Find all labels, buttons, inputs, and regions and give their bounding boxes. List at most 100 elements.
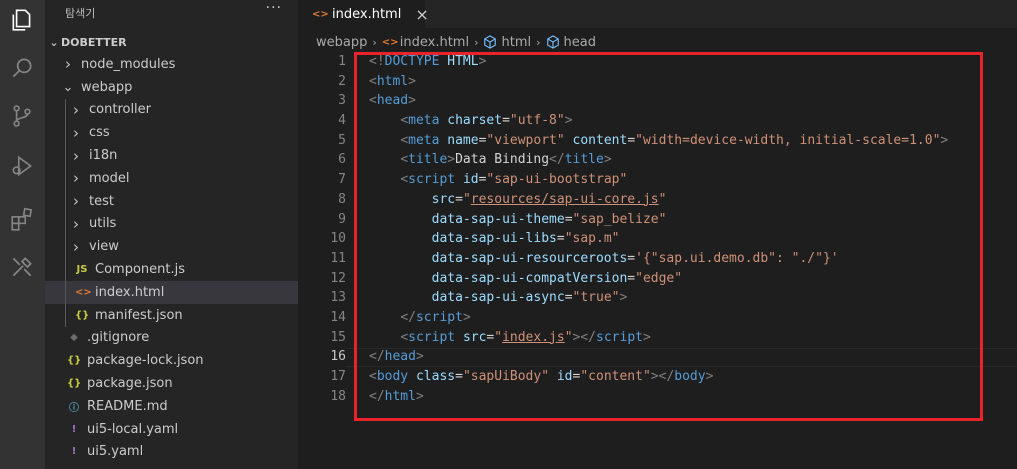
html-file-icon: <>: [381, 36, 399, 48]
yaml-file-icon: !: [71, 423, 77, 435]
tree-item-label: index.html: [95, 284, 165, 300]
yaml-file-icon: !: [71, 446, 77, 458]
tree-item-label: webapp: [81, 79, 133, 95]
line-number: 12: [330, 270, 346, 286]
tree-item-label: i18n: [89, 148, 118, 164]
tree-item-label: README.md: [87, 398, 168, 414]
line-number-gutter: 1 2 3 4 5 6 7 8 9 10 11 12 13 14 15 16 17 18: [298, 52, 346, 406]
folder-item[interactable]: › view: [45, 235, 298, 259]
json-file-icon: {}: [67, 355, 82, 367]
folder-item[interactable]: › i18n: [45, 144, 298, 167]
indent-guide: [65, 212, 66, 236]
file-item[interactable]: {} package-lock.json: [45, 349, 298, 372]
chevron-right-icon: ›: [474, 35, 479, 49]
indent-guide: [65, 121, 66, 145]
file-item[interactable]: ⓘ README.md: [45, 395, 298, 418]
activity-bar: [0, 0, 45, 469]
breadcrumb-item-html[interactable]: html: [483, 35, 531, 50]
chevron-right-icon: ›: [65, 55, 71, 74]
file-item[interactable]: JS Component.js: [45, 258, 298, 281]
folder-item[interactable]: › controller: [45, 98, 298, 122]
line-number: 3: [338, 93, 346, 109]
line-number: 5: [338, 132, 346, 148]
indent-guide: [65, 189, 66, 213]
close-icon[interactable]: ×: [415, 5, 428, 24]
indent-guide: [65, 235, 66, 259]
breadcrumb-file-label: index.html: [399, 34, 470, 50]
tree-item-label: node_modules: [81, 56, 176, 72]
folder-item[interactable]: ⌄ webapp: [45, 76, 298, 99]
line-number: 17: [330, 369, 346, 384]
file-item[interactable]: ! ui5.yaml: [45, 441, 298, 464]
breadcrumb-item-head[interactable]: head: [546, 35, 596, 50]
indent-guide: [65, 166, 66, 190]
folder-item[interactable]: › node_modules: [45, 53, 298, 76]
run-debug-icon[interactable]: [6, 150, 38, 182]
tree-item-label: ui5.yaml: [87, 444, 144, 460]
tree-item-label: .gitignore: [87, 330, 150, 346]
element-cube-icon: [546, 35, 559, 49]
folder-item[interactable]: › test: [45, 189, 298, 213]
line-number: 6: [338, 152, 346, 168]
extensions-icon[interactable]: [6, 203, 38, 235]
file-item[interactable]: {} package.json: [45, 372, 298, 395]
chevron-right-icon: ›: [73, 192, 79, 211]
indent-guide: [65, 98, 66, 122]
red-highlight-box: [354, 52, 983, 421]
element-cube-icon: [484, 35, 497, 49]
tab-bar: <> index.html ×: [298, 0, 1017, 28]
line-number: 11: [330, 250, 346, 266]
chevron-down-icon: ⌄: [49, 35, 59, 49]
code-editor[interactable]: 1 2 3 4 5 6 7 8 9 10 11 12 13 14 15 16 17 18 <!DOCTYPE HT…: [298, 52, 1017, 469]
explorer-title: 탐색기: [65, 7, 96, 20]
folder-item[interactable]: › model: [45, 166, 298, 190]
chevron-right-icon: ›: [536, 35, 541, 49]
chevron-right-icon: ›: [372, 35, 377, 49]
tree-item-label: ui5-local.yaml: [87, 421, 179, 437]
chevron-right-icon: ›: [73, 100, 79, 119]
html-file-icon: <>: [75, 286, 92, 298]
breadcrumb-head-label: head: [563, 34, 596, 50]
json-file-icon: {}: [75, 309, 90, 321]
tree-item-label: view: [89, 239, 119, 255]
tree-item-label: utils: [89, 216, 117, 232]
breadcrumb-html-label: html: [501, 34, 532, 50]
tools-icon[interactable]: [6, 251, 38, 283]
git-file-icon: ◆: [70, 332, 78, 344]
file-item[interactable]: ◆ .gitignore: [45, 327, 298, 350]
file-item[interactable]: ! ui5-local.yaml: [45, 418, 298, 441]
breadcrumb-item-webapp[interactable]: webapp: [316, 35, 367, 50]
more-actions-icon[interactable]: ···: [266, 0, 282, 16]
breadcrumb-item-file[interactable]: <> index.html: [382, 35, 469, 50]
tree-item-label: Component.js: [95, 262, 185, 278]
explorer-panel: 탐색기 ··· ⌄ DOBETTER › node_modules ⌄ webapp ›…: [45, 0, 298, 469]
line-number: 10: [330, 231, 346, 247]
folder-item[interactable]: › utils: [45, 212, 298, 236]
tree-item-label: test: [89, 193, 114, 209]
indent-guide: [65, 280, 66, 304]
chevron-right-icon: ›: [73, 237, 79, 256]
line-number: 1: [338, 54, 346, 69]
folder-item[interactable]: › css: [45, 121, 298, 145]
chevron-right-icon: ›: [73, 146, 79, 165]
search-icon[interactable]: [6, 52, 38, 84]
line-number: 9: [338, 211, 346, 227]
js-file-icon: JS: [76, 264, 88, 276]
workspace-root[interactable]: ⌄ DOBETTER: [45, 31, 298, 53]
file-item[interactable]: {} manifest.json: [45, 303, 298, 327]
tab-index-html[interactable]: <> index.html ×: [298, 0, 429, 28]
source-control-icon[interactable]: [6, 100, 38, 132]
chevron-right-icon: ›: [73, 169, 79, 188]
line-number: 16: [330, 349, 346, 365]
line-number: 15: [330, 329, 346, 345]
line-number: 7: [338, 172, 346, 188]
line-number: 4: [338, 113, 346, 129]
tree-item-label: package-lock.json: [87, 353, 204, 369]
json-file-icon: {}: [67, 378, 82, 390]
chevron-right-icon: ›: [73, 123, 79, 142]
tree-item-label: package.json: [87, 376, 173, 392]
line-number: 8: [338, 191, 346, 207]
file-item[interactable]: <> index.html: [45, 280, 298, 304]
indent-guide: [65, 303, 66, 327]
explorer-icon[interactable]: [6, 4, 38, 36]
